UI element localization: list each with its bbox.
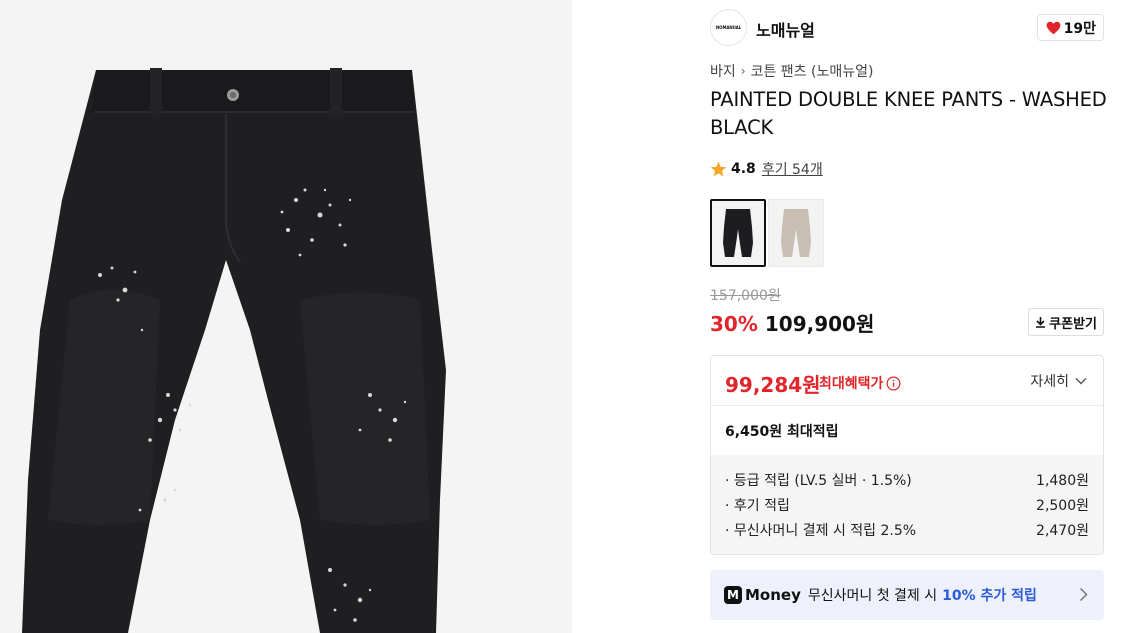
pants-thumbnail-beige-icon <box>781 209 811 257</box>
price-row: 30% 109,900원 <box>710 308 874 337</box>
money-brand: Money <box>745 586 801 604</box>
best-price: 99,284원 <box>725 373 821 397</box>
points-label: · 후기 적립 <box>725 497 790 514</box>
detail-label: 자세히 <box>1030 374 1069 390</box>
points-row: · 후기 적립 2,500원 <box>725 492 1089 517</box>
swatch-black[interactable] <box>710 199 766 267</box>
coupon-button[interactable]: 쿠폰받기 <box>1028 308 1104 336</box>
gallery-gutter <box>572 0 692 633</box>
best-price-label: 최대혜택가 <box>819 373 901 393</box>
brand-name[interactable]: 노매뉴얼 <box>756 17 815 41</box>
brand-row: NOMANUAL 노매뉴얼 19만 <box>710 9 1104 47</box>
coupon-label: 쿠폰받기 <box>1049 316 1097 332</box>
money-promo-banner[interactable]: M Money 무신사머니 첫 결제 시 10% 추가 적립 <box>710 570 1104 620</box>
points-value: 1,480원 <box>1036 472 1089 489</box>
benefit-detail-button[interactable]: 자세히 <box>1030 371 1087 391</box>
like-count: 19만 <box>1063 20 1096 37</box>
points-row: · 무신사머니 결제 시 적립 2.5% 2,470원 <box>725 517 1089 542</box>
original-price: 157,000원 <box>710 288 781 304</box>
chevron-right-icon <box>1079 587 1088 602</box>
product-image-pants <box>22 68 446 633</box>
brand-logo[interactable]: NOMANUAL <box>710 9 747 46</box>
breadcrumb: 바지 › 코튼 팬츠 (노매뉴얼) <box>710 61 873 81</box>
sale-price: 109,900원 <box>764 312 875 336</box>
product-title: PAINTED DOUBLE KNEE PANTS - WASHED BLACK <box>710 88 1107 139</box>
download-icon <box>1036 317 1046 328</box>
product-info-panel: NOMANUAL 노매뉴얼 19만 바지 › 코튼 팬츠 (노매뉴얼) PAIN… <box>692 0 1125 633</box>
chevron-right-icon: › <box>740 64 746 78</box>
like-button[interactable]: 19만 <box>1036 14 1104 41</box>
points-title: 6,450원 최대적립 <box>725 424 839 440</box>
points-value: 2,470원 <box>1036 522 1089 539</box>
points-list: · 등급 적립 (LV.5 실버 · 1.5%) 1,480원 · 후기 적립 … <box>711 455 1103 554</box>
star-icon <box>710 161 727 177</box>
points-value: 2,500원 <box>1036 497 1089 514</box>
money-promo-text: 무신사머니 첫 결제 시 <box>807 588 938 604</box>
chevron-down-icon <box>1075 378 1087 385</box>
breadcrumb-item-subcategory[interactable]: 코튼 팬츠 (노매뉴얼) <box>751 61 874 81</box>
best-price-label-text: 최대혜택가 <box>819 376 884 392</box>
rating-score: 4.8 <box>731 161 756 177</box>
breadcrumb-item-category[interactable]: 바지 <box>710 61 736 81</box>
product-image-gallery[interactable] <box>0 0 572 633</box>
reviews-link[interactable]: 후기 54개 <box>762 159 823 179</box>
benefit-header: 99,284원 최대혜택가 자세히 <box>711 356 1103 406</box>
rating-summary: 4.8 후기 54개 <box>710 159 823 179</box>
info-icon[interactable] <box>886 376 901 391</box>
money-promo-highlight: 10% 추가 적립 <box>942 588 1037 604</box>
color-swatches <box>710 199 824 267</box>
discount-rate: 30% <box>710 312 758 336</box>
points-label: · 무신사머니 결제 시 적립 2.5% <box>725 522 917 539</box>
pants-thumbnail-black-icon <box>723 209 753 257</box>
benefit-box: 99,284원 최대혜택가 자세히 6,450원 최대적립 · 등급 적립 (L… <box>710 355 1104 555</box>
heart-icon <box>1046 21 1060 34</box>
points-label: · 등급 적립 (LV.5 실버 · 1.5%) <box>725 472 912 489</box>
points-row: · 등급 적립 (LV.5 실버 · 1.5%) 1,480원 <box>725 467 1089 492</box>
money-logo-icon: M <box>724 586 742 604</box>
swatch-beige[interactable] <box>768 199 824 267</box>
